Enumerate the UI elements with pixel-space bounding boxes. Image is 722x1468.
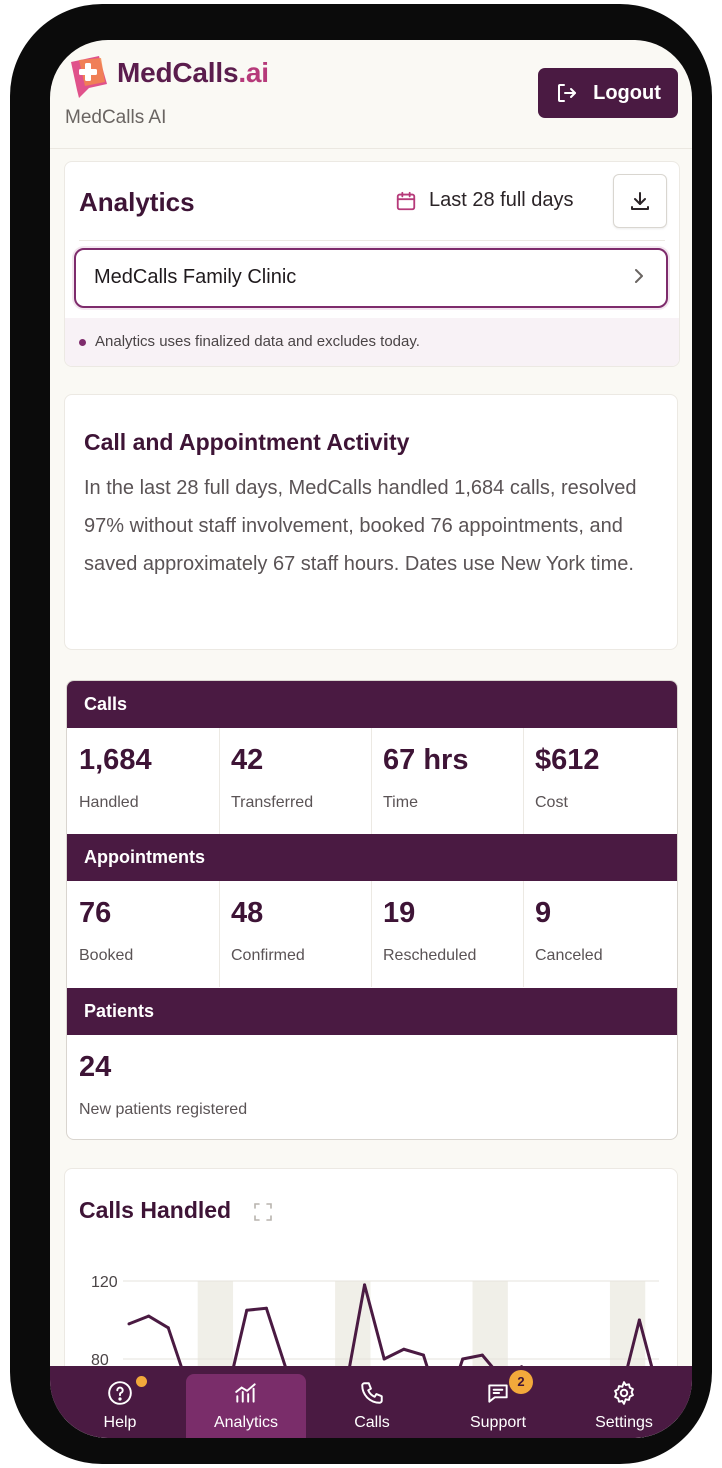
- activity-title: Call and Appointment Activity: [84, 429, 410, 455]
- help-notification-dot: [136, 1376, 147, 1387]
- nav-calls-label: Calls: [354, 1414, 390, 1431]
- data-point: [402, 1347, 406, 1351]
- nav-calls[interactable]: Calls: [308, 1366, 436, 1438]
- brand-name-main: MedCalls: [117, 57, 239, 88]
- stats-card: Calls 1,684 Handled 42 Transferred 67 hr…: [66, 680, 678, 1140]
- chat-icon: [488, 1384, 508, 1403]
- activity-summary-card: Call and Appointment Activity In the las…: [64, 394, 678, 650]
- y-tick-label: 120: [91, 1274, 118, 1291]
- nav-analytics-label: Analytics: [213, 1414, 279, 1431]
- chevron-right-icon: [635, 269, 643, 283]
- clinic-selector[interactable]: MedCalls Family Clinic: [74, 248, 668, 308]
- app-header: MedCalls.ai MedCalls AI Logout: [50, 40, 692, 149]
- logout-label: Logout: [593, 81, 661, 104]
- stat-rescheduled: 19 Rescheduled: [371, 881, 524, 987]
- data-point: [363, 1283, 367, 1287]
- bottom-nav: Help Analytics Calls 2 Support Settings: [50, 1366, 692, 1438]
- page-title: Analytics: [79, 187, 195, 217]
- stat-value: 76: [79, 897, 112, 929]
- help-icon: [108, 1381, 132, 1405]
- brand-name-suffix: .ai: [238, 57, 269, 88]
- stat-time: 67 hrs Time: [371, 728, 524, 834]
- stat-label: Rescheduled: [383, 947, 477, 964]
- brand-subtitle: MedCalls AI: [65, 107, 167, 128]
- data-point: [480, 1353, 484, 1357]
- calls-section-title: Calls: [84, 694, 128, 714]
- date-range-label: Last 28 full days: [429, 189, 574, 211]
- appointments-section-title: Appointments: [84, 847, 205, 867]
- stat-value: $612: [535, 744, 600, 776]
- date-range-selector[interactable]: Last 28 full days: [395, 189, 574, 212]
- analytics-icon: [235, 1383, 256, 1403]
- stat-value: 67 hrs: [383, 744, 469, 776]
- divider: [79, 240, 665, 241]
- appointments-section-header: Appointments: [67, 834, 677, 881]
- stat-cost: $612 Cost: [523, 728, 675, 834]
- patients-section-header: Patients: [67, 988, 677, 1035]
- stat-handled: 1,684 Handled: [67, 728, 220, 834]
- bullet-dot: [79, 339, 86, 346]
- stat-label: Confirmed: [231, 947, 305, 964]
- nav-help[interactable]: Help: [56, 1366, 184, 1438]
- logo-icon: [71, 56, 107, 98]
- phone-screen: MedCalls.ai MedCalls AI Logout Analytics…: [50, 40, 692, 1438]
- activity-summary: In the last 28 full days, MedCalls handl…: [84, 477, 637, 575]
- data-point: [245, 1308, 249, 1312]
- stat-transferred: 42 Transferred: [219, 728, 372, 834]
- support-badge: 2: [509, 1370, 533, 1394]
- download-icon: [631, 192, 649, 210]
- stat-label: Canceled: [535, 947, 603, 964]
- nav-settings-label: Settings: [595, 1414, 653, 1431]
- stat-canceled: 9 Canceled: [523, 881, 675, 987]
- chart-title: Calls Handled: [79, 1197, 232, 1223]
- clinic-name: MedCalls Family Clinic: [94, 266, 297, 288]
- stat-value: 24: [79, 1051, 112, 1083]
- calls-section-header: Calls: [67, 681, 677, 728]
- data-note: Analytics uses finalized data and exclud…: [65, 318, 679, 366]
- stat-label: Time: [383, 794, 418, 811]
- stat-booked: 76 Booked: [67, 881, 220, 987]
- data-point: [382, 1357, 386, 1361]
- nav-support-label: Support: [469, 1414, 527, 1431]
- data-point: [637, 1318, 641, 1322]
- stat-label: New patients registered: [79, 1101, 248, 1118]
- stat-value: 42: [231, 744, 264, 776]
- stat-label: Booked: [79, 947, 134, 964]
- nav-support[interactable]: 2 Support: [434, 1366, 562, 1438]
- stat-value: 48: [231, 897, 264, 929]
- calendar-icon: [396, 191, 416, 210]
- stat-value: 9: [535, 897, 552, 929]
- gear-icon: [614, 1381, 634, 1405]
- data-point: [264, 1306, 268, 1310]
- stat-value: 19: [383, 897, 416, 929]
- stat-label: Cost: [535, 794, 568, 811]
- stat-confirmed: 48 Confirmed: [219, 881, 372, 987]
- brand-name: MedCalls.ai: [117, 57, 269, 89]
- data-point: [421, 1353, 425, 1357]
- stat-label: Handled: [79, 794, 139, 811]
- stat-value: 1,684: [79, 744, 152, 776]
- phone-icon: [361, 1382, 383, 1404]
- data-point: [127, 1322, 131, 1326]
- stat-label: Transferred: [231, 794, 314, 811]
- data-point: [147, 1314, 151, 1318]
- logout-icon: [558, 84, 577, 102]
- data-point: [166, 1326, 170, 1330]
- data-point: [461, 1357, 465, 1361]
- nav-analytics[interactable]: Analytics: [186, 1374, 306, 1438]
- stat-new-patients: 24 New patients registered: [67, 1035, 467, 1139]
- patients-section-title: Patients: [84, 1001, 155, 1021]
- nav-help-label: Help: [103, 1414, 137, 1431]
- download-button[interactable]: [613, 174, 667, 228]
- analytics-card: Analytics Last 28 full days MedCalls Fam…: [64, 161, 680, 367]
- nav-settings[interactable]: Settings: [560, 1366, 688, 1438]
- expand-icon[interactable]: [253, 1202, 273, 1222]
- phone-frame: MedCalls.ai MedCalls AI Logout Analytics…: [10, 4, 712, 1464]
- data-note-text: Analytics uses finalized data and exclud…: [95, 333, 420, 350]
- logout-button[interactable]: Logout: [538, 68, 678, 118]
